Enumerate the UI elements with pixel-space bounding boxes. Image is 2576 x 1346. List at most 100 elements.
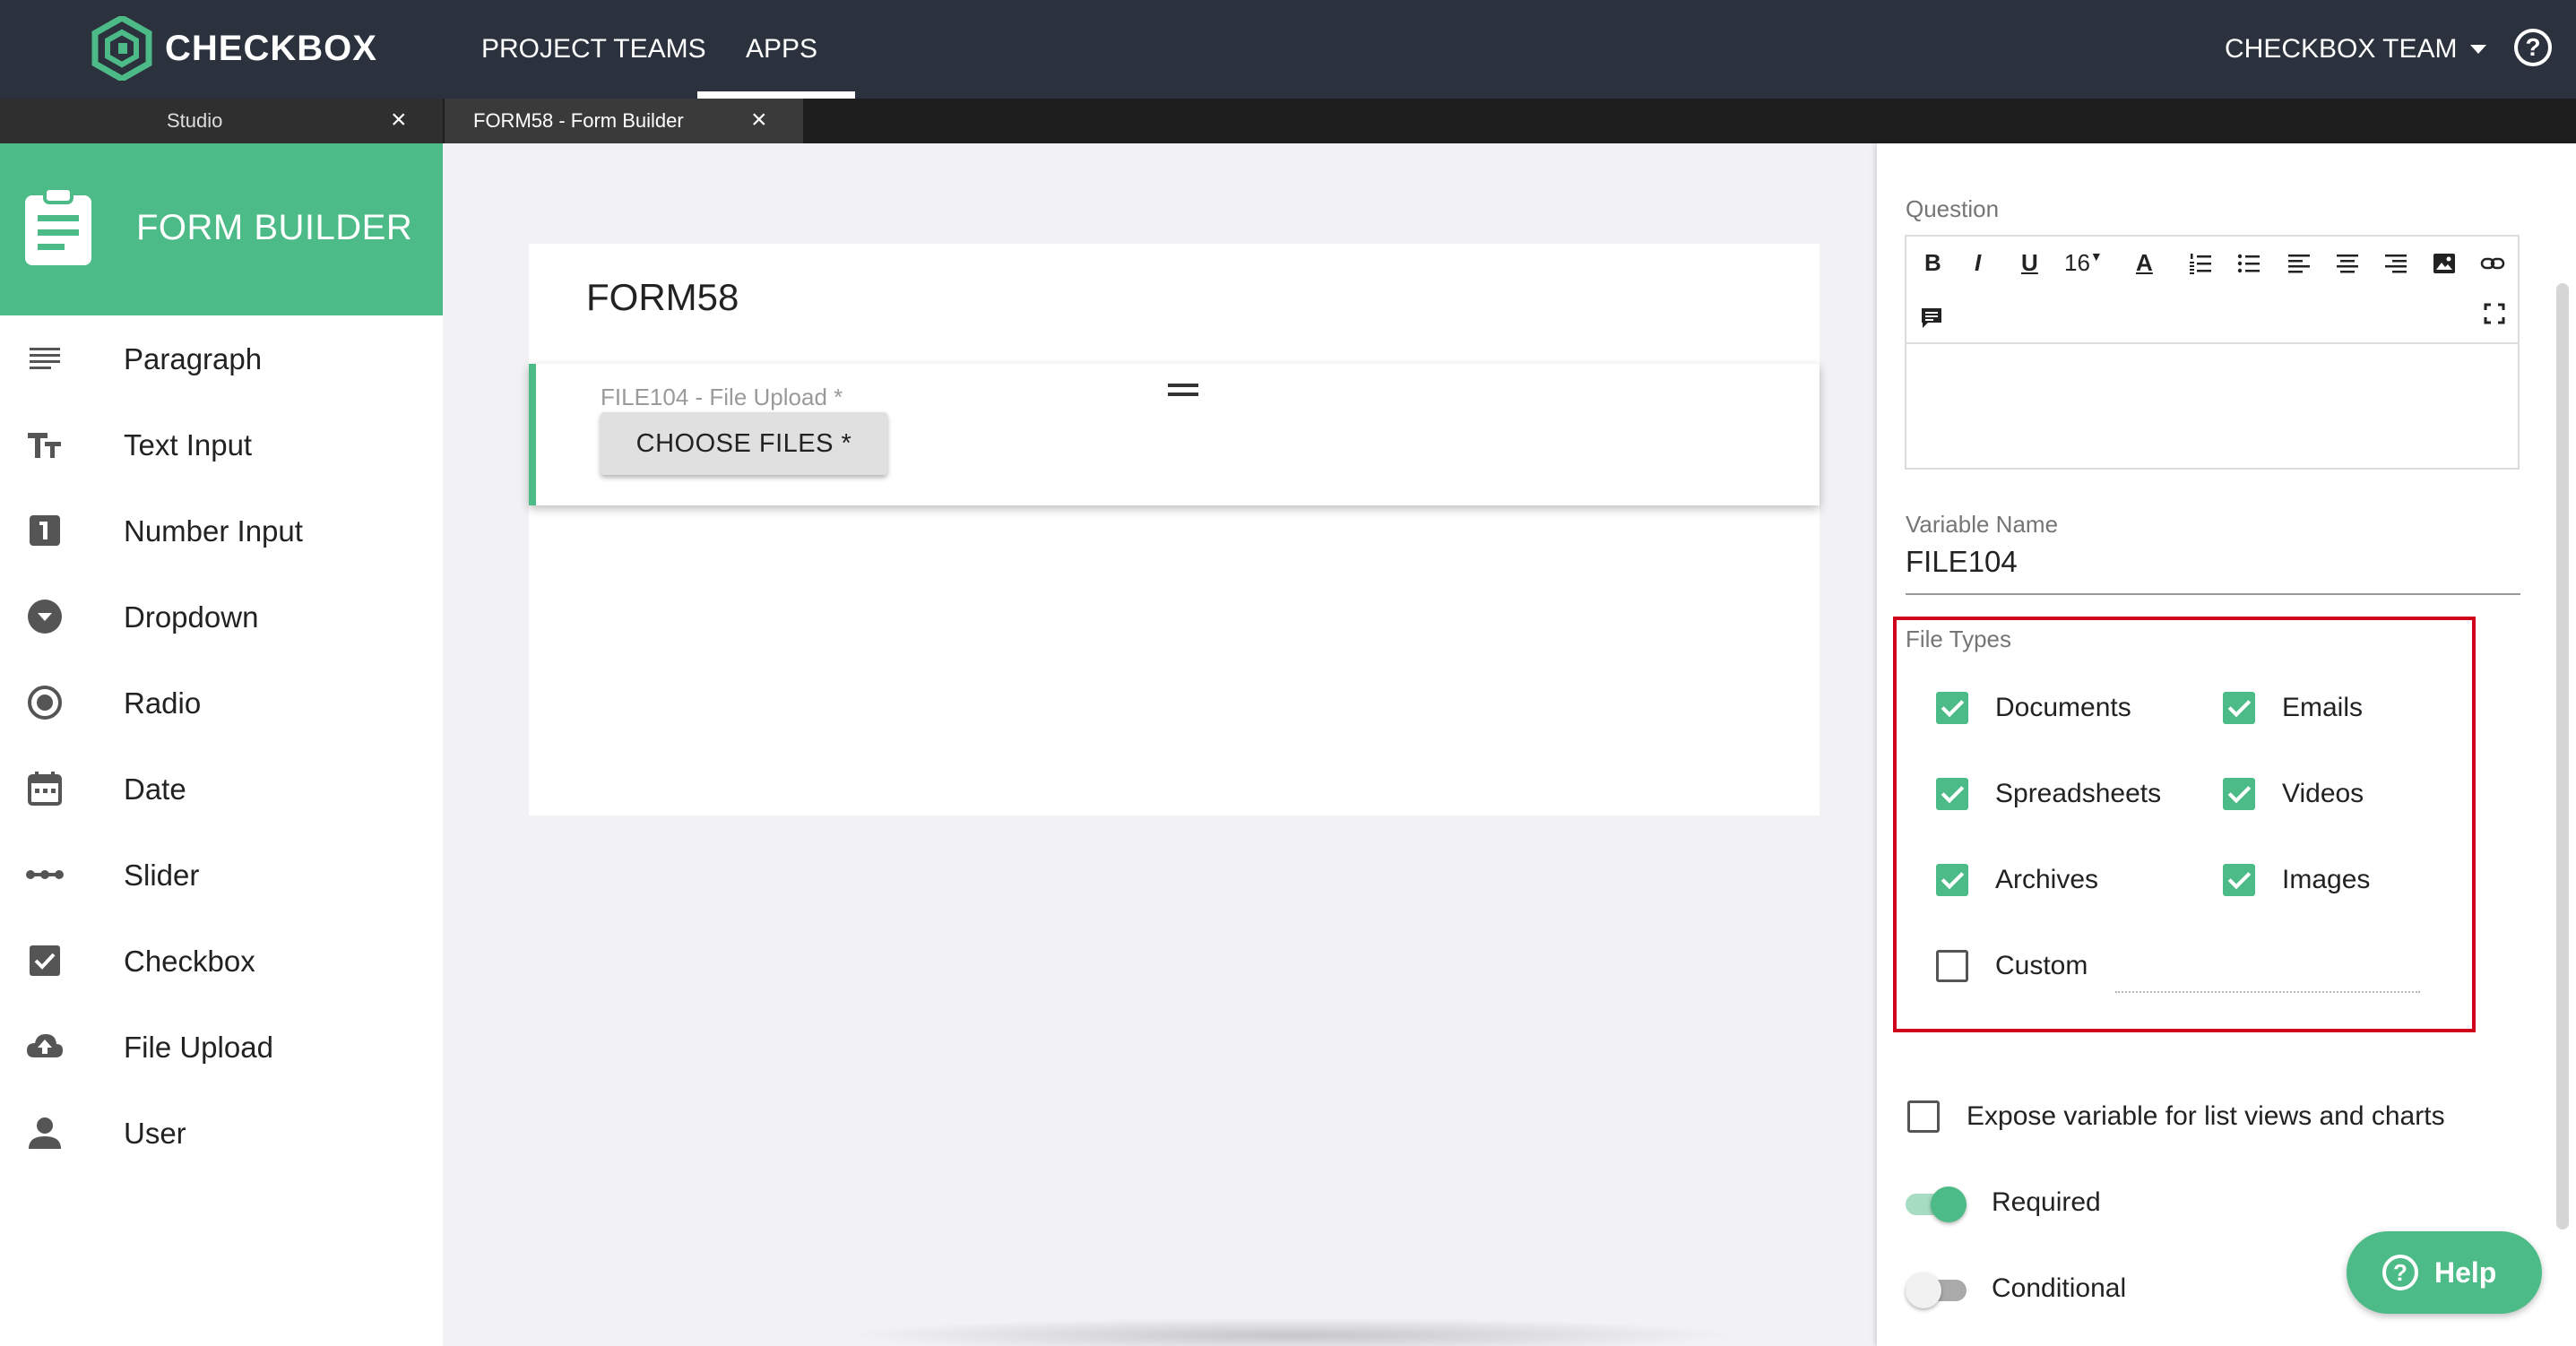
file-upload-field[interactable]: FILE104 - File Upload * CHOOSE FILES * bbox=[529, 364, 1820, 505]
form-title: FORM58 bbox=[586, 276, 739, 318]
caret-down-icon: ▼ bbox=[2089, 249, 2103, 263]
calendar-icon bbox=[28, 772, 62, 806]
caret-down-icon bbox=[2469, 45, 2486, 54]
align-right-icon[interactable] bbox=[2383, 251, 2408, 276]
field-label: FILE104 - File Upload * bbox=[601, 384, 843, 410]
tab-bar: Studio × FORM58 - Form Builder × bbox=[0, 99, 2576, 143]
videos-checkbox[interactable] bbox=[2223, 778, 2255, 810]
palette-item-slider[interactable]: Slider bbox=[0, 832, 443, 918]
choose-files-button[interactable]: CHOOSE FILES * bbox=[601, 412, 887, 475]
custom-checkbox[interactable] bbox=[1936, 950, 1968, 982]
emails-label: Emails bbox=[2282, 693, 2364, 722]
images-label: Images bbox=[2282, 865, 2371, 894]
palette-label: Text Input bbox=[124, 428, 253, 462]
palette-item-paragraph[interactable]: Paragraph bbox=[0, 315, 443, 401]
tab-form-builder-label: FORM58 - Form Builder bbox=[473, 109, 684, 132]
help-icon: ? bbox=[2382, 1255, 2418, 1290]
fullscreen-icon[interactable] bbox=[2482, 301, 2507, 326]
properties-scrollbar[interactable] bbox=[2556, 283, 2569, 1230]
bold-button[interactable]: B bbox=[1924, 249, 1941, 277]
palette-item-file-upload[interactable]: File Upload bbox=[0, 1004, 443, 1090]
close-tab-form-builder-icon[interactable]: × bbox=[751, 107, 767, 134]
archives-checkbox[interactable] bbox=[1936, 864, 1968, 896]
close-tab-studio-icon[interactable]: × bbox=[391, 107, 407, 134]
tab-studio[interactable]: Studio × bbox=[0, 99, 443, 143]
videos-label: Videos bbox=[2282, 779, 2364, 808]
file-types-label: File Types bbox=[1906, 626, 2012, 652]
palette-label: Slider bbox=[124, 859, 200, 892]
palette-item-text-input[interactable]: Text Input bbox=[0, 401, 443, 487]
documents-checkbox[interactable] bbox=[1936, 692, 1968, 724]
palette-item-user[interactable]: User bbox=[0, 1090, 443, 1176]
editor-toolbar: B I U 16▼ A bbox=[1906, 237, 2518, 344]
toggle-knob bbox=[1931, 1186, 1967, 1222]
file-types-highlight bbox=[1893, 617, 2476, 1032]
font-color-button[interactable]: A bbox=[2136, 249, 2153, 277]
expose-variable-checkbox[interactable] bbox=[1907, 1100, 1940, 1133]
toggle-knob bbox=[1906, 1273, 1941, 1308]
form-builder-sidebar: FORM BUILDER Paragraph Text Input Number… bbox=[0, 143, 443, 1346]
palette-item-dropdown[interactable]: Dropdown bbox=[0, 574, 443, 660]
custom-extensions-input[interactable] bbox=[2115, 991, 2420, 993]
conditional-toggle[interactable] bbox=[1906, 1271, 1967, 1308]
slider-icon bbox=[26, 870, 64, 879]
ordered-list-icon[interactable] bbox=[2188, 251, 2213, 276]
palette-label: File Upload bbox=[124, 1031, 273, 1064]
palette-item-checkbox[interactable]: Checkbox bbox=[0, 918, 443, 1004]
emails-checkbox[interactable] bbox=[2223, 692, 2255, 724]
link-icon[interactable] bbox=[2480, 251, 2505, 276]
italic-button[interactable]: I bbox=[1975, 249, 1981, 277]
tab-studio-label: Studio bbox=[167, 109, 223, 132]
align-left-icon[interactable] bbox=[2286, 251, 2312, 276]
font-size-button[interactable]: 16▼ bbox=[2064, 249, 2103, 277]
required-label: Required bbox=[1992, 1187, 2101, 1217]
cloud-upload-icon bbox=[27, 1034, 63, 1057]
help-icon[interactable]: ? bbox=[2514, 29, 2552, 66]
tab-form-builder[interactable]: FORM58 - Form Builder × bbox=[445, 99, 803, 143]
dropdown-icon bbox=[28, 600, 62, 634]
variable-name-label: Variable Name bbox=[1906, 511, 2059, 538]
user-icon bbox=[29, 1117, 61, 1149]
variable-name-underline bbox=[1906, 593, 2520, 595]
nav-project-teams[interactable]: PROJECT TEAMS bbox=[481, 34, 706, 65]
comment-icon[interactable] bbox=[1919, 305, 1944, 330]
variable-name-input[interactable]: FILE104 bbox=[1906, 545, 2018, 579]
palette-label: Date bbox=[124, 772, 186, 806]
palette-item-date[interactable]: Date bbox=[0, 746, 443, 832]
palette-label: User bbox=[124, 1117, 186, 1150]
documents-label: Documents bbox=[1995, 693, 2131, 722]
number-input-icon bbox=[30, 515, 60, 546]
clipboard-icon bbox=[25, 186, 91, 265]
conditional-label: Conditional bbox=[1992, 1273, 2127, 1303]
expose-variable-label: Expose variable for list views and chart… bbox=[1967, 1101, 2445, 1131]
question-label: Question bbox=[1906, 195, 2000, 222]
canvas-shadow bbox=[843, 1317, 1739, 1346]
checkbox-icon bbox=[30, 945, 60, 976]
spreadsheets-checkbox[interactable] bbox=[1936, 778, 1968, 810]
nav-apps[interactable]: APPS bbox=[746, 34, 817, 65]
active-nav-indicator bbox=[697, 91, 855, 99]
palette-item-radio[interactable]: Radio bbox=[0, 660, 443, 746]
team-menu-label: CHECKBOX TEAM bbox=[2225, 34, 2458, 64]
drag-handle-icon[interactable] bbox=[1168, 384, 1198, 396]
paragraph-icon bbox=[30, 348, 60, 369]
help-button[interactable]: ? Help bbox=[2347, 1231, 2542, 1314]
image-icon[interactable] bbox=[2432, 251, 2457, 276]
spreadsheets-label: Spreadsheets bbox=[1995, 779, 2162, 808]
team-menu[interactable]: CHECKBOX TEAM bbox=[2225, 34, 2486, 65]
align-center-icon[interactable] bbox=[2335, 251, 2360, 276]
palette-item-number-input[interactable]: Number Input bbox=[0, 487, 443, 574]
underline-button[interactable]: U bbox=[2021, 249, 2038, 277]
brand-name: CHECKBOX bbox=[165, 28, 377, 68]
bullet-list-icon[interactable] bbox=[2236, 251, 2261, 276]
palette-label: Radio bbox=[124, 686, 202, 720]
help-button-label: Help bbox=[2434, 1256, 2497, 1289]
required-toggle[interactable] bbox=[1906, 1185, 1967, 1222]
brand[interactable]: CHECKBOX bbox=[91, 16, 377, 81]
images-checkbox[interactable] bbox=[2223, 864, 2255, 896]
sidebar-header: FORM BUILDER bbox=[0, 143, 443, 315]
sidebar-title: FORM BUILDER bbox=[136, 208, 413, 247]
archives-label: Archives bbox=[1995, 865, 2099, 894]
question-editor[interactable]: B I U 16▼ A bbox=[1905, 235, 2520, 470]
checkbox-logo-icon bbox=[91, 16, 152, 81]
